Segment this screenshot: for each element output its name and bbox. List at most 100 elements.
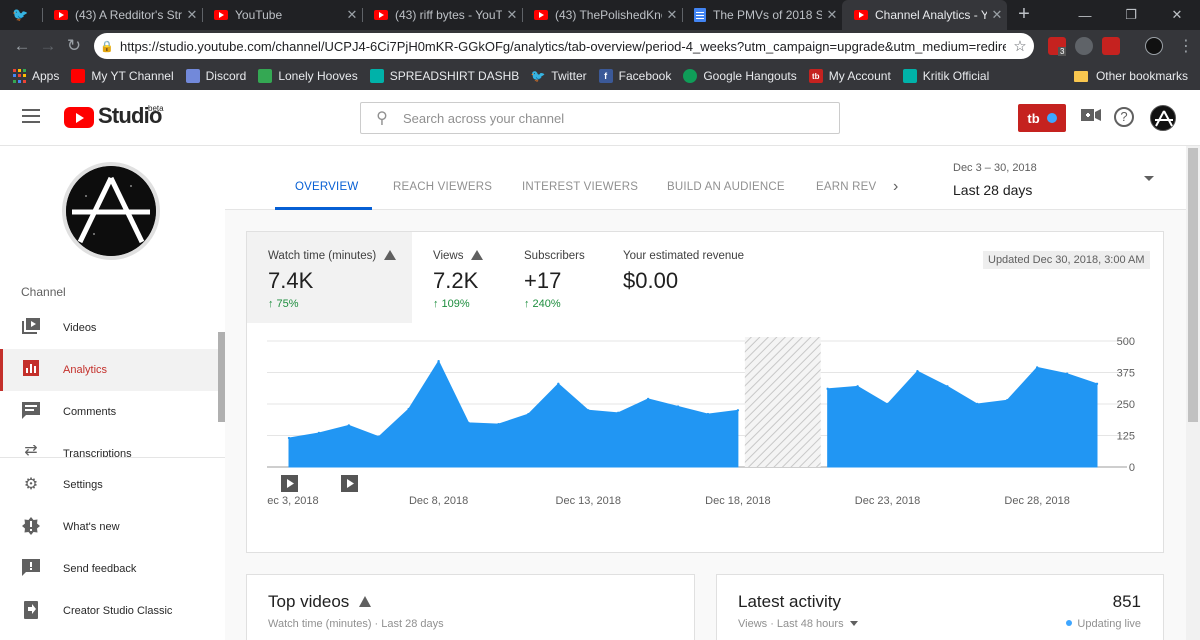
latest-activity-subtitle[interactable]: Views · Last 48 hours (738, 618, 858, 630)
chart-data-point[interactable] (467, 421, 470, 425)
close-window-button[interactable]: ✕ (1154, 0, 1200, 30)
sidebar-item-videos[interactable]: Videos (0, 307, 218, 349)
chart-data-point[interactable] (646, 397, 650, 401)
help-icon[interactable]: ? (1114, 107, 1134, 127)
reload-button[interactable]: ↻ (63, 35, 85, 57)
account-avatar[interactable] (1150, 105, 1176, 131)
tab-overview[interactable]: OVERVIEW (295, 181, 358, 193)
tab-interest-viewers[interactable]: INTEREST VIEWERS (522, 181, 638, 193)
chart-data-point[interactable] (1095, 382, 1099, 386)
tab-earn-revenue[interactable]: EARN REVE (816, 181, 876, 193)
tab-0[interactable]: (43) A Redditor's Stran ✕ (42, 0, 202, 30)
create-video-icon[interactable] (1079, 106, 1103, 130)
tab-1[interactable]: YouTube ✕ (202, 0, 362, 30)
other-bookmarks[interactable]: Other bookmarks (1073, 69, 1188, 83)
minimize-button[interactable]: — (1062, 0, 1108, 30)
sidebar-item-creator-studio-classic[interactable]: Creator Studio Classic (0, 590, 218, 632)
bookmark-google-hangouts[interactable]: Google Hangouts (683, 69, 797, 83)
chart-data-point[interactable] (527, 412, 530, 416)
chart-data-point[interactable] (736, 409, 740, 412)
sidebar-item-send-feedback[interactable]: Send feedback (0, 548, 218, 590)
bookmark-my-yt-channel[interactable]: My YT Channel (71, 69, 174, 83)
chart-data-point[interactable] (886, 402, 889, 406)
chevron-down-icon[interactable] (1144, 176, 1154, 181)
bookmark-spreadshirt[interactable]: SPREADSHIRT DASHB (369, 69, 519, 83)
chart-data-point[interactable] (497, 422, 500, 426)
sidebar-scrollbar[interactable] (218, 332, 225, 422)
metric-subscribers[interactable]: Subscribers +17 ↑ 240% (503, 232, 602, 323)
chart-data-point[interactable] (826, 387, 829, 391)
tab-reach-viewers[interactable]: REACH VIEWERS (393, 181, 492, 193)
chart-data-point[interactable] (856, 385, 859, 388)
chart-data-point[interactable] (407, 407, 410, 411)
tab-3[interactable]: (43) ThePolishedKnob ✕ (522, 0, 682, 30)
sidebar-item-settings[interactable]: ⚙ Settings (0, 464, 218, 506)
tab-active[interactable]: Channel Analytics - Yo ✕ (842, 0, 1007, 30)
chart-data-point[interactable] (946, 385, 949, 388)
bookmark-lonely-hooves[interactable]: Lonely Hooves (258, 69, 358, 83)
chart-data-point[interactable] (587, 409, 590, 412)
sidebar-item-analytics[interactable]: Analytics (0, 349, 218, 391)
maximize-button[interactable]: ❐ (1108, 0, 1154, 30)
chart-data-point[interactable] (616, 411, 620, 415)
forward-button[interactable]: → (37, 35, 59, 57)
chart-data-point[interactable] (317, 431, 321, 435)
youtube-logo-icon[interactable] (64, 107, 94, 128)
chart-data-point[interactable] (976, 402, 979, 406)
new-tab-button[interactable]: + (1014, 4, 1034, 24)
metric-watch-time[interactable]: Watch time (minutes) 7.4K ↑ 75% (247, 232, 412, 323)
tab-2[interactable]: (43) riff bytes - YouTub ✕ (362, 0, 522, 30)
watch-time-chart[interactable]: 0125250375500 Dec 3, 2018Dec 8, 2018Dec … (267, 337, 1147, 507)
video-marker-play-icon[interactable] (341, 475, 358, 492)
chart-data-point[interactable] (916, 370, 919, 373)
metric-views[interactable]: Views 7.2K ↑ 109% (412, 232, 503, 323)
search-input[interactable] (403, 110, 839, 126)
chart-data-point[interactable] (557, 382, 560, 386)
profile-avatar[interactable] (1145, 37, 1163, 55)
chart-data-point[interactable] (377, 435, 380, 438)
tubebuddy-button[interactable]: tb (1018, 104, 1066, 132)
close-icon[interactable]: ✕ (822, 7, 842, 23)
address-bar[interactable]: 🔒 https://studio.youtube.com/channel/UCP… (94, 33, 1034, 59)
period-selector[interactable]: Last 28 days (953, 182, 1032, 198)
tab-4[interactable]: The PMVs of 2018 Sou ✕ (682, 0, 842, 30)
date-range-text[interactable]: Dec 3 – 30, 2018 (953, 162, 1037, 174)
extension-headset-icon[interactable] (1075, 37, 1093, 55)
chart-data-point[interactable] (706, 412, 710, 416)
page-scrollbar[interactable] (1186, 146, 1200, 640)
bookmark-apps[interactable]: Apps (12, 69, 59, 83)
tab-twitter[interactable]: 🐦 (0, 0, 48, 30)
chart-data-point[interactable] (437, 359, 440, 363)
close-icon[interactable]: ✕ (502, 7, 522, 23)
chart-data-point[interactable] (287, 436, 291, 440)
close-icon[interactable]: ✕ (987, 7, 1007, 23)
close-icon[interactable]: ✕ (182, 7, 202, 23)
chart-data-point[interactable] (1006, 399, 1009, 402)
video-marker-play-icon[interactable] (281, 475, 298, 492)
chart-data-point[interactable] (1035, 366, 1039, 369)
bookmark-facebook[interactable]: f Facebook (598, 69, 671, 83)
chart-data-point[interactable] (1065, 372, 1069, 375)
tab-build-an-audience[interactable]: BUILD AN AUDIENCE (667, 181, 785, 193)
bookmark-my-account[interactable]: tb My Account (808, 69, 891, 83)
back-button[interactable]: ← (11, 35, 33, 57)
bookmark-discord[interactable]: Discord (185, 69, 246, 83)
search-box[interactable]: ⚲ (360, 102, 840, 134)
sidebar-item-transcriptions[interactable]: ⇄ Transcriptions (0, 433, 218, 457)
bookmark-kritik[interactable]: Kritik Official (902, 69, 989, 83)
scrollbar-thumb[interactable] (1188, 148, 1198, 422)
close-icon[interactable]: ✕ (662, 7, 682, 23)
bookmark-star-icon[interactable]: ☆ (1006, 37, 1034, 55)
sidebar-item-whats-new[interactable]: What's new (0, 506, 218, 548)
url-text[interactable]: https://studio.youtube.com/channel/UCPJ4… (120, 39, 1006, 54)
metric-revenue[interactable]: Your estimated revenue $0.00 (602, 232, 762, 323)
channel-avatar[interactable] (62, 162, 160, 260)
close-icon[interactable]: ✕ (342, 7, 362, 23)
bookmark-twitter[interactable]: 🐦 Twitter (531, 69, 587, 83)
chart-data-point[interactable] (676, 405, 680, 408)
chart-data-point[interactable] (347, 424, 351, 427)
sidebar-item-comments[interactable]: Comments (0, 391, 218, 433)
menu-dots-icon[interactable]: ⋮ (1178, 36, 1194, 56)
hamburger-menu-icon[interactable] (22, 109, 40, 123)
chevron-right-icon[interactable]: › (893, 178, 898, 196)
